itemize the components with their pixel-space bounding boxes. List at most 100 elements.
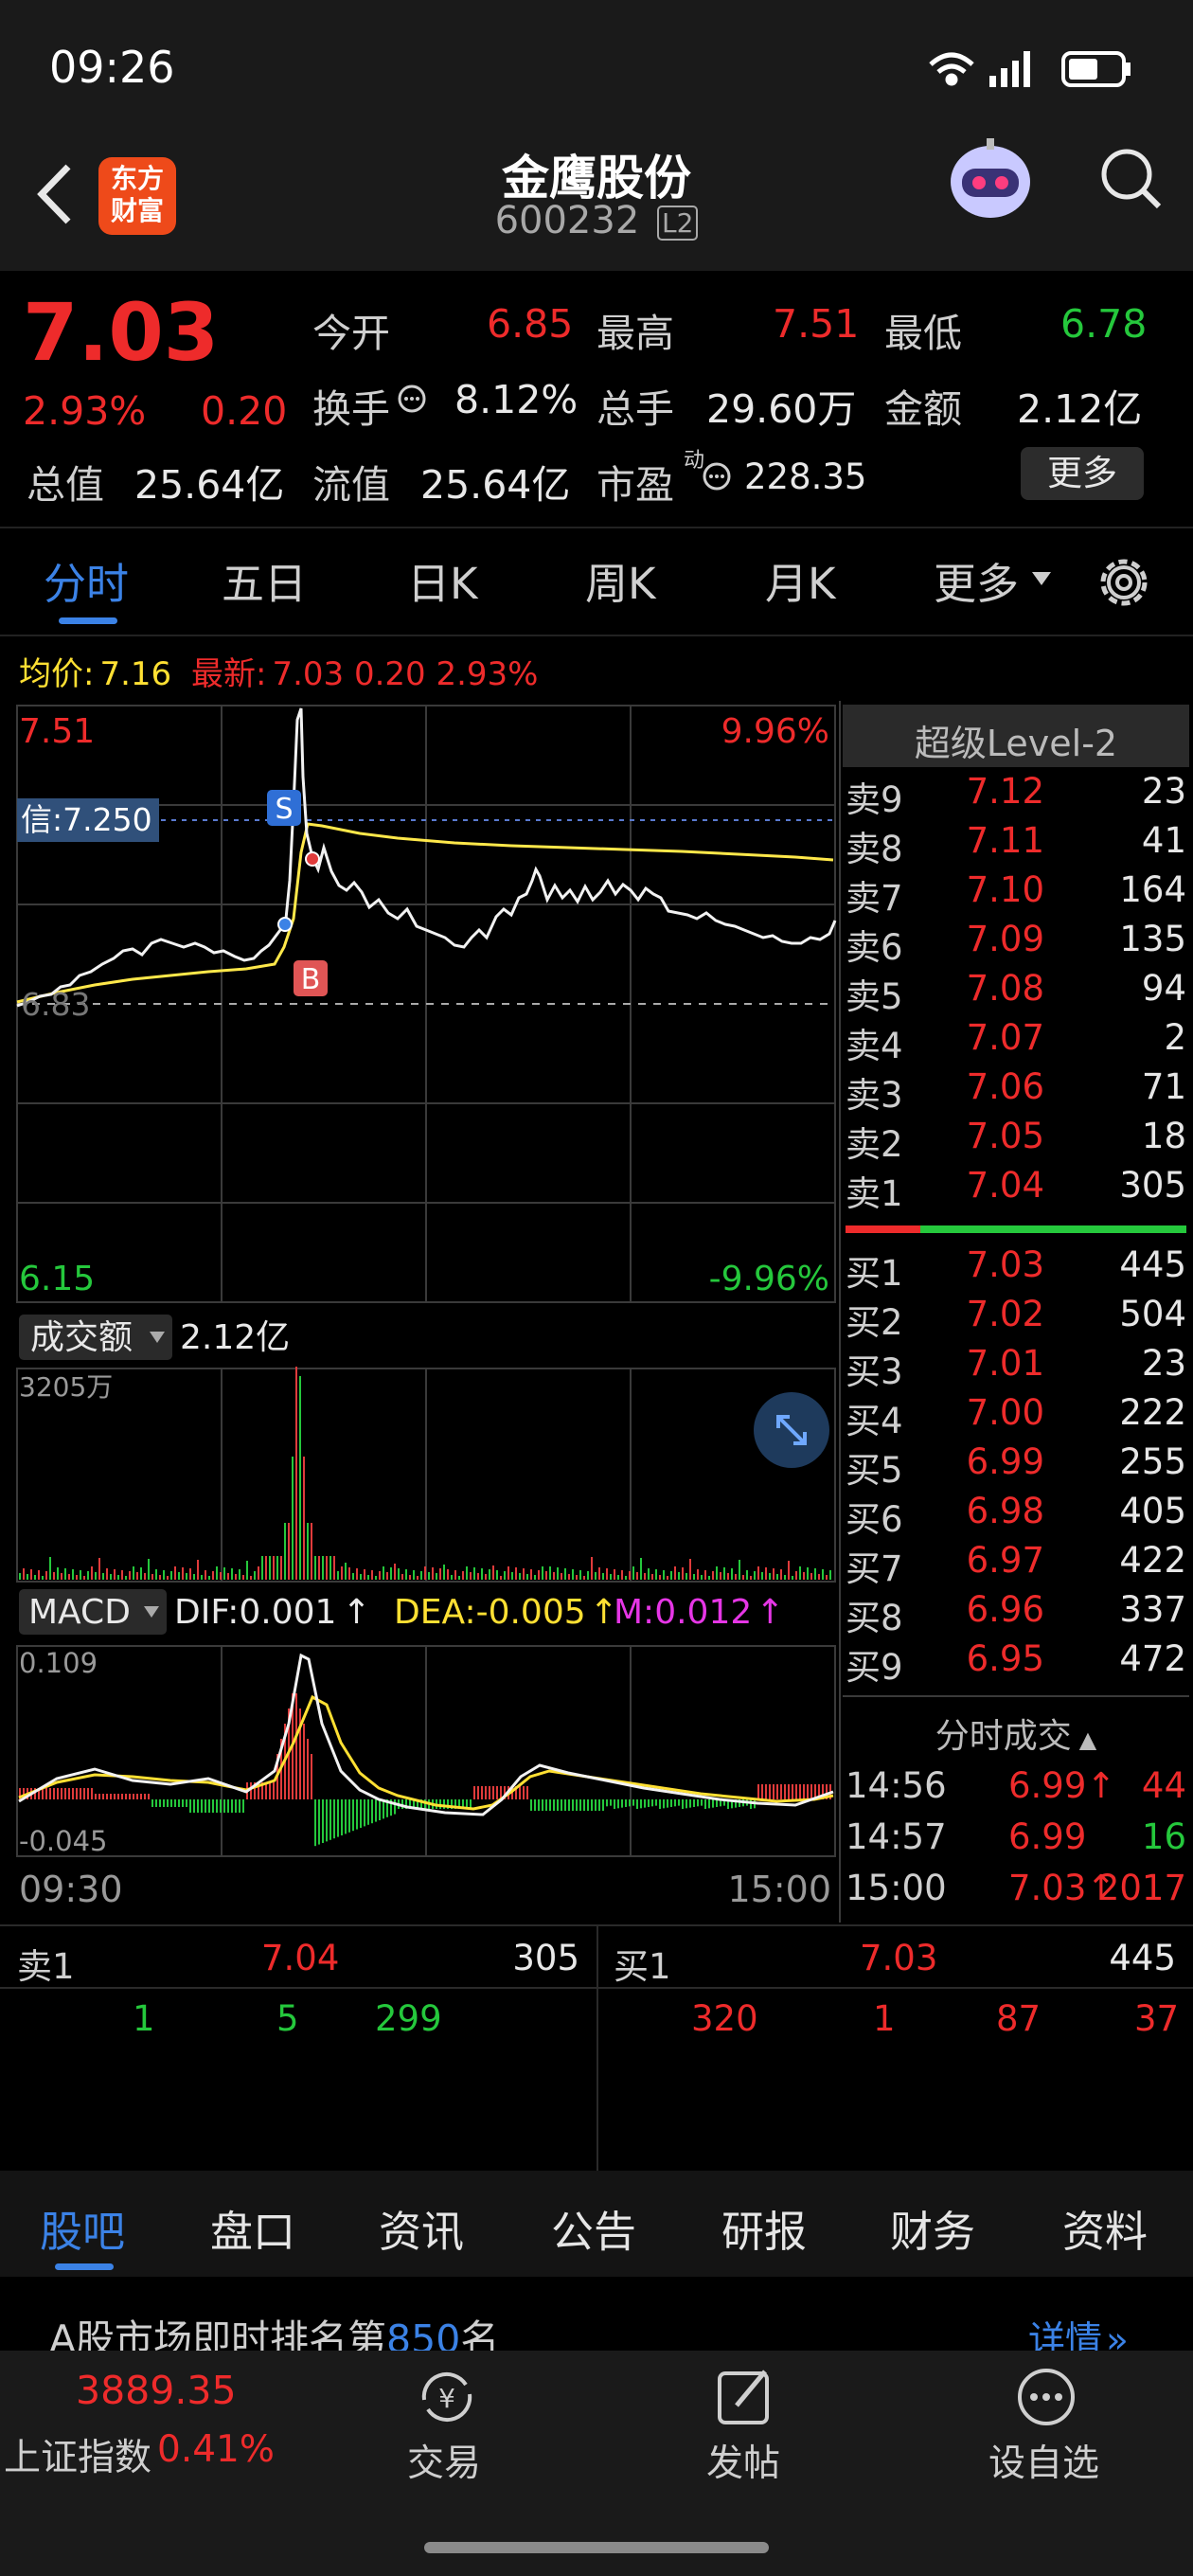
tab-profile[interactable]: 资料 (1062, 2197, 1148, 2259)
buy-row[interactable]: 买9 6.95 472 (846, 1638, 1186, 1688)
sell-row[interactable]: 卖9 7.12 23 (846, 771, 1186, 820)
macd-bar (341, 1799, 343, 1835)
info-icon[interactable] (701, 460, 733, 492)
volume-bar (564, 1568, 566, 1580)
volume-bar (140, 1567, 142, 1580)
more-options-icon[interactable] (1013, 2364, 1079, 2430)
macd-bar (640, 1799, 642, 1809)
tab-daily-k[interactable]: 日K (407, 549, 478, 611)
volume-bar (72, 1569, 74, 1580)
sell-row[interactable]: 卖6 7.09 135 (846, 919, 1186, 968)
sell-row[interactable]: 卖4 7.07 2 (846, 1017, 1186, 1066)
macd-bar (602, 1799, 604, 1811)
intraday-chart[interactable]: S B 信:7.250 6.83 7.51 9.96% 6.15 -9.96% … (0, 701, 843, 1923)
volume-bar (27, 1574, 28, 1580)
macd-bar (636, 1799, 638, 1809)
volume-bar (443, 1565, 445, 1580)
tab-weekly-k[interactable]: 周K (585, 549, 656, 611)
search-icon[interactable] (1098, 146, 1165, 212)
post-edit-icon[interactable] (712, 2364, 778, 2430)
volume-bar (674, 1566, 676, 1580)
queue-sell-label: 卖1 (17, 1946, 75, 1987)
watchlist-label[interactable]: 设自选 (988, 2434, 1099, 2487)
buy-row[interactable]: 买5 6.99 255 (846, 1441, 1186, 1491)
trades-title[interactable]: 分时成交 ▲ (843, 1708, 1189, 1758)
buy-row[interactable]: 买4 7.00 222 (846, 1392, 1186, 1441)
sell-row[interactable]: 卖2 7.05 18 (846, 1116, 1186, 1165)
volume-bar (473, 1567, 475, 1580)
tab-intraday[interactable]: 分时 (44, 549, 129, 611)
level2-panel-border (839, 701, 841, 1923)
macd-bar (303, 1724, 305, 1799)
volume-bar (178, 1572, 180, 1580)
macd-bar (110, 1794, 112, 1799)
buy-row[interactable]: 买3 7.01 23 (846, 1343, 1186, 1392)
robot-assistant-icon[interactable] (943, 133, 1038, 227)
trade-row: 14:57 6.99 16 (846, 1816, 1186, 1866)
volume-bar (454, 1570, 456, 1580)
more-button[interactable]: 更多 (1021, 447, 1144, 500)
buy-row[interactable]: 买7 6.97 422 (846, 1540, 1186, 1589)
prev-close-label: 6.83 (21, 986, 90, 1023)
sell-row[interactable]: 卖1 7.04 305 (846, 1165, 1186, 1214)
buy-volume: 255 (1119, 1441, 1186, 1482)
tab-announcements[interactable]: 公告 (551, 2197, 636, 2259)
level2-title[interactable]: 超级Level-2 (843, 714, 1189, 766)
tab-news[interactable]: 资讯 (379, 2197, 464, 2259)
index-value[interactable]: 3889.35 (76, 2368, 237, 2413)
buy-row[interactable]: 买8 6.96 337 (846, 1589, 1186, 1638)
macd-dif: DIF:0.001 ↑ (174, 1593, 371, 1632)
buy-row[interactable]: 买6 6.98 405 (846, 1491, 1186, 1540)
macd-bar (212, 1799, 214, 1813)
volume-bar (670, 1571, 672, 1580)
info-icon[interactable] (396, 383, 428, 415)
macd-bar (701, 1799, 703, 1806)
macd-bar (595, 1799, 596, 1811)
sell-row[interactable]: 卖3 7.06 71 (846, 1066, 1186, 1116)
buy-price: 7.00 (966, 1392, 1044, 1433)
volume-bar (318, 1556, 320, 1580)
tab-guba[interactable]: 股吧 (40, 2197, 125, 2259)
index-name[interactable]: 上证指数 (4, 2428, 151, 2481)
volume-bar (76, 1575, 78, 1580)
macd-bar (98, 1794, 100, 1799)
macd-bar (784, 1784, 786, 1799)
sell-row[interactable]: 卖5 7.08 94 (846, 968, 1186, 1017)
buy-row[interactable]: 买1 7.03 445 (846, 1244, 1186, 1294)
volume-bar (258, 1566, 259, 1580)
volume-bar (208, 1576, 210, 1580)
chevron-down-icon[interactable] (1030, 570, 1053, 587)
tab-more[interactable]: 更多 (934, 549, 1019, 611)
change-value: 0.20 (201, 388, 288, 434)
gear-icon[interactable] (1095, 553, 1153, 612)
volume-bar (655, 1569, 657, 1580)
volume-bar (398, 1568, 400, 1580)
macd-bar (564, 1799, 566, 1811)
sell-price: 7.07 (966, 1017, 1044, 1058)
trade-icon[interactable]: ¥ (411, 2364, 483, 2430)
time-end: 15:00 (727, 1869, 831, 1910)
volume-bar (367, 1575, 369, 1580)
tab-order-book[interactable]: 盘口 (210, 2197, 295, 2259)
macd-bar (648, 1799, 650, 1807)
volume-bar (439, 1568, 441, 1580)
volume-max-label: 3205万 (19, 1371, 113, 1403)
sell-row[interactable]: 卖7 7.10 164 (846, 869, 1186, 919)
sell-volume: 305 (1119, 1165, 1186, 1206)
volume-bar (239, 1569, 240, 1580)
tab-monthly-k[interactable]: 月K (765, 549, 836, 611)
volume-bar (106, 1568, 108, 1580)
buy-row[interactable]: 买2 7.02 504 (846, 1294, 1186, 1343)
tab-research[interactable]: 研报 (721, 2197, 807, 2259)
volume-bar (57, 1567, 59, 1580)
volume-bar (511, 1572, 513, 1580)
macd-bar (519, 1786, 521, 1799)
trade-label[interactable]: 交易 (407, 2434, 481, 2487)
tab-five-day[interactable]: 五日 (222, 549, 307, 611)
sell-row[interactable]: 卖8 7.11 41 (846, 820, 1186, 869)
macd-bar (201, 1799, 203, 1813)
macd-bottom-label: -0.045 (19, 1825, 108, 1857)
tab-finance[interactable]: 财务 (890, 2197, 975, 2259)
post-label[interactable]: 发帖 (706, 2434, 780, 2487)
macd-bar (530, 1799, 532, 1811)
